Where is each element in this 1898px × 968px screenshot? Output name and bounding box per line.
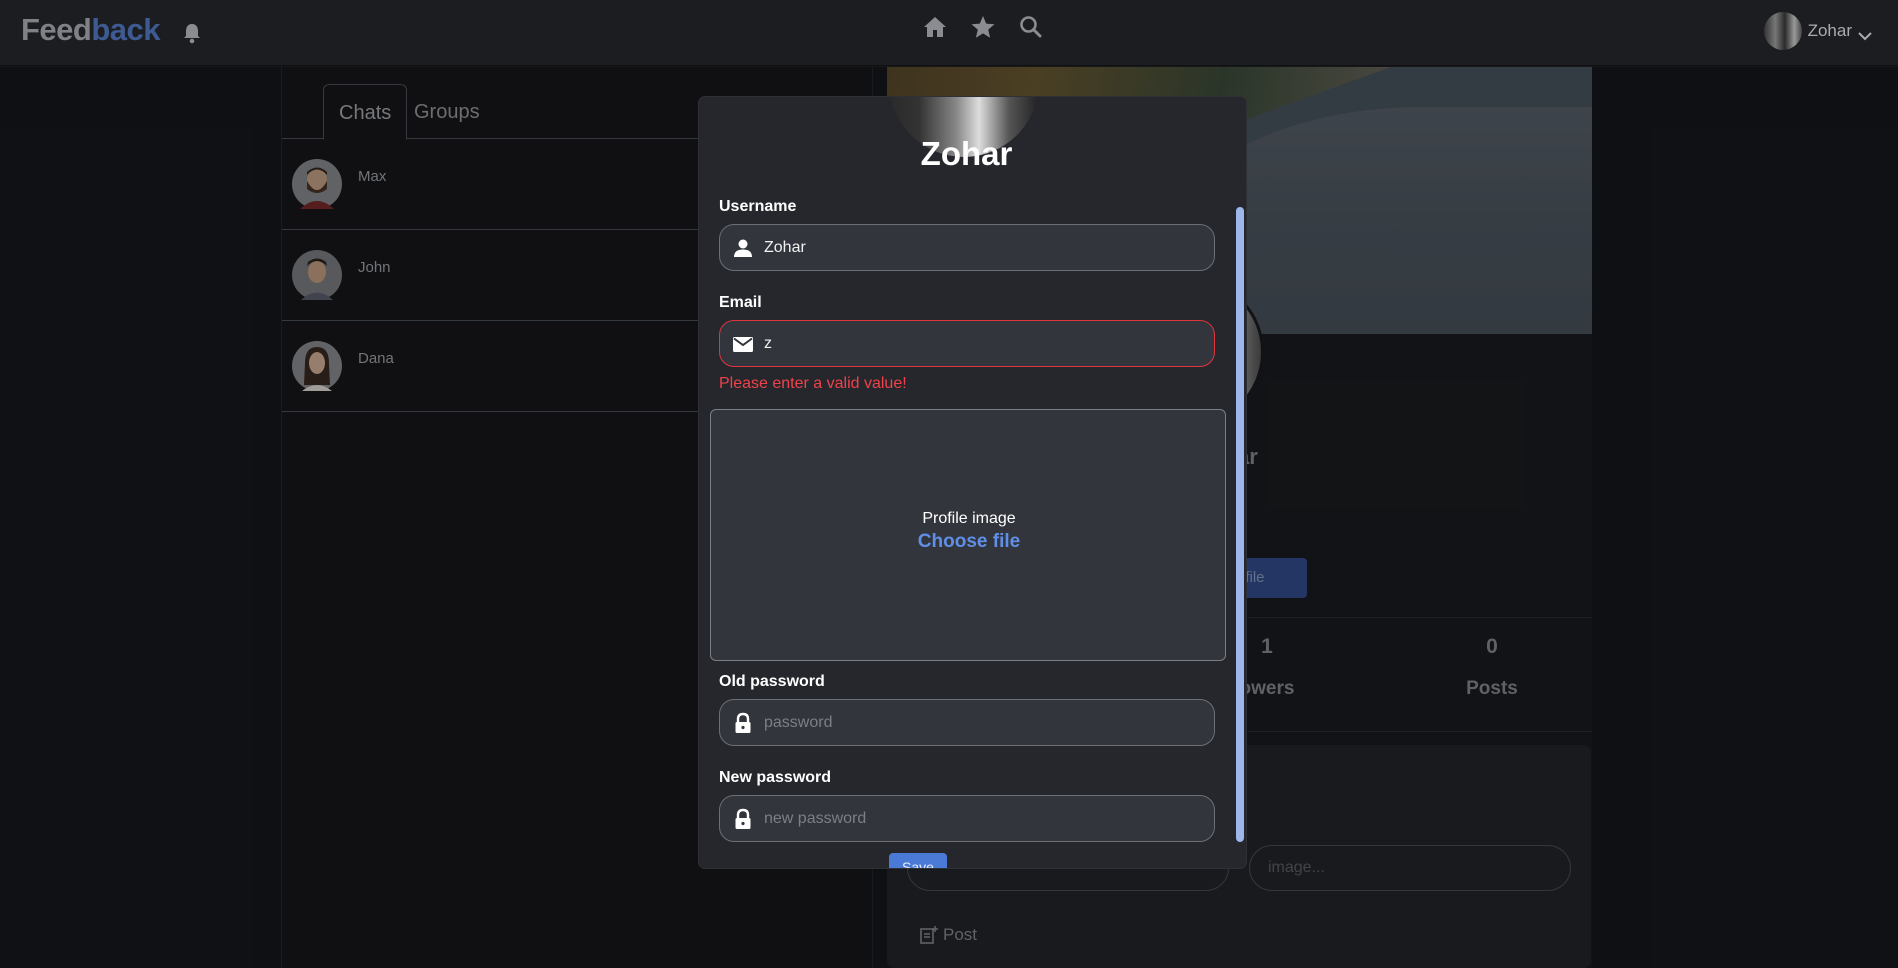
new-password-label: New password (719, 769, 832, 786)
edit-profile-modal: Zohar Username Zohar Email z Please ente… (698, 96, 1247, 869)
user-menu[interactable]: Zohar (1763, 12, 1872, 50)
brand-logo-part2: back (91, 12, 161, 47)
chevron-down-icon (1858, 26, 1872, 41)
nav-center-icons (922, 14, 1044, 40)
brand-logo-part1: Feed (21, 12, 92, 47)
username-label: Username (719, 198, 797, 215)
username-value: Zohar (764, 239, 806, 256)
email-label: Email (719, 294, 762, 311)
bell-icon[interactable] (182, 22, 202, 44)
modal-title: Zohar (920, 135, 1013, 172)
avatar (1763, 12, 1802, 50)
user-name: Zohar (1807, 21, 1852, 40)
brand-logo[interactable]: Feedback (21, 12, 161, 48)
email-value: z (764, 335, 772, 352)
choose-file-link[interactable]: Choose file (711, 531, 1227, 553)
star-icon[interactable] (970, 14, 996, 40)
home-icon[interactable] (922, 14, 948, 40)
old-password-label: Old password (719, 673, 825, 690)
lock-icon (732, 808, 754, 830)
new-password-placeholder: new password (764, 810, 867, 827)
top-navbar: Feedback Zohar (0, 0, 1898, 66)
old-password-placeholder: password (764, 714, 833, 731)
save-button[interactable]: Save (889, 853, 947, 868)
email-error-message: Please enter a valid value! (719, 375, 907, 392)
modal-scrollbar[interactable] (1236, 207, 1244, 842)
email-field[interactable]: z (719, 320, 1215, 367)
username-field[interactable]: Zohar (719, 224, 1215, 271)
profile-image-dropzone[interactable]: Profile image Choose file (710, 409, 1226, 661)
new-password-field[interactable]: new password (719, 795, 1215, 842)
mail-icon (732, 333, 754, 355)
search-icon[interactable] (1018, 14, 1044, 40)
profile-image-label: Profile image (922, 510, 1016, 527)
old-password-field[interactable]: password (719, 699, 1215, 746)
person-icon (732, 237, 754, 259)
lock-icon (732, 712, 754, 734)
